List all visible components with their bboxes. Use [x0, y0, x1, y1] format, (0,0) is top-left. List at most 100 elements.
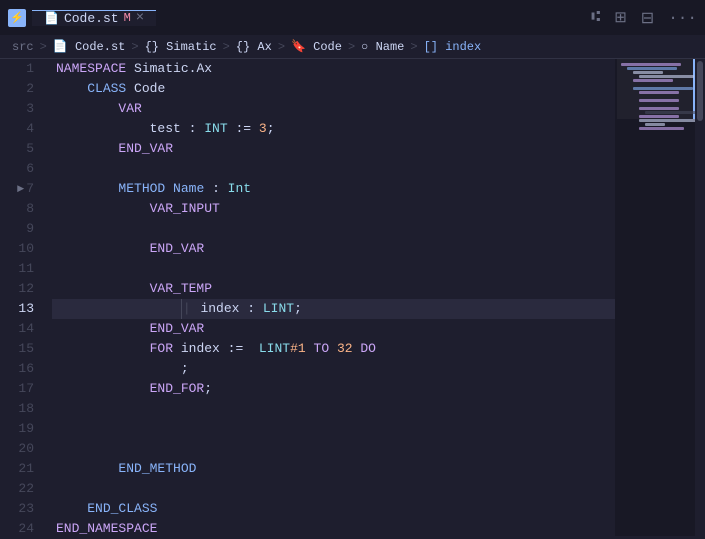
ln-6: 6: [0, 159, 44, 179]
more-icon[interactable]: ···: [668, 9, 697, 27]
ln-11: 11: [0, 259, 44, 279]
bc-sep-5: >: [348, 40, 355, 54]
minimap-content: [615, 59, 695, 135]
title-actions: ⑆ ⊞ ⊟ ···: [591, 8, 697, 28]
bc-code[interactable]: 🔖 Code: [291, 39, 342, 54]
kw-endclass: END_CLASS: [87, 499, 157, 519]
method-name: Name: [173, 179, 204, 199]
ln-14: 14: [0, 319, 44, 339]
code-line-2: CLASS Code: [52, 79, 615, 99]
code-line-14: END_VAR: [52, 319, 615, 339]
bc-sep-1: >: [40, 40, 47, 54]
ln-18: 18: [0, 399, 44, 419]
code-line-1: NAMESPACE Simatic.Ax: [52, 59, 615, 79]
ln-16: 16: [0, 359, 44, 379]
code-line-21: END_METHOD: [52, 459, 615, 479]
code-line-5: END_VAR: [52, 139, 615, 159]
ln-2: 2: [0, 79, 44, 99]
ln-22: 22: [0, 479, 44, 499]
num-32: 32: [337, 339, 353, 359]
code-line-10: END_VAR: [52, 239, 615, 259]
type-lint2: LINT: [259, 339, 290, 359]
num-3: 3: [259, 119, 267, 139]
scrollbar-thumb[interactable]: [697, 61, 703, 121]
code-line-4: test : INT := 3;: [52, 119, 615, 139]
bc-ax[interactable]: {} Ax: [236, 40, 272, 54]
code-line-7: METHOD Name : Int: [52, 179, 615, 199]
kw-varinput: VAR_INPUT: [150, 199, 220, 219]
code-line-19: [52, 419, 615, 439]
ln-24: 24: [0, 519, 44, 539]
code-line-3: VAR: [52, 99, 615, 119]
layout-icon[interactable]: ⊟: [641, 8, 654, 28]
code-line-13: | index : LINT;: [52, 299, 615, 319]
code-line-15: FOR index := LINT#1 TO 32 DO: [52, 339, 615, 359]
bc-src[interactable]: src: [12, 40, 34, 54]
tab-bar: 📄 Code.st M ×: [32, 10, 156, 26]
bc-sep-2: >: [131, 40, 138, 54]
code-line-9: [52, 219, 615, 239]
tab-close-button[interactable]: ×: [136, 11, 144, 25]
code-line-16: ;: [52, 359, 615, 379]
code-line-24: END_NAMESPACE: [52, 519, 615, 536]
ln-12: 12: [0, 279, 44, 299]
bc-sep-6: >: [410, 40, 417, 54]
source-control-icon[interactable]: ⑆: [591, 9, 600, 26]
code-line-12: VAR_TEMP: [52, 279, 615, 299]
var-test: test: [150, 119, 181, 139]
tab-filename: Code.st: [64, 11, 119, 26]
num-hashone: #1: [290, 339, 306, 359]
title-left: ⚡ 📄 Code.st M ×: [8, 9, 156, 27]
code-editor[interactable]: NAMESPACE Simatic.Ax CLASS Code VAR test…: [52, 59, 615, 536]
indent-pipe: |: [181, 299, 191, 319]
kw-method: METHOD: [118, 179, 165, 199]
vertical-scrollbar[interactable]: [695, 59, 705, 536]
kw-endmethod: END_METHOD: [118, 459, 196, 479]
kw-endvar-3: END_VAR: [150, 319, 205, 339]
bc-name[interactable]: ○ Name: [361, 40, 404, 54]
for-index: index: [181, 339, 220, 359]
kw-endfor: END_FOR: [150, 379, 205, 399]
semicolon: ;: [181, 359, 189, 379]
ln-3: 3: [0, 99, 44, 119]
kw-endnamespace: END_NAMESPACE: [56, 519, 157, 536]
ln-17: 17: [0, 379, 44, 399]
kw-endvar-1: END_VAR: [118, 139, 173, 159]
ln-15: 15: [0, 339, 44, 359]
ln-1: 1: [0, 59, 44, 79]
extensions-icon[interactable]: ⊞: [614, 8, 627, 27]
kw-vartemp: VAR_TEMP: [150, 279, 212, 299]
type-lint: LINT: [263, 299, 294, 319]
bc-file[interactable]: 📄 Code.st: [53, 39, 126, 54]
kw-class: CLASS: [87, 79, 126, 99]
bc-sep-3: >: [223, 40, 230, 54]
minimap: [615, 59, 695, 536]
ln-7: ▶7: [0, 179, 44, 199]
ln-13: 13: [0, 299, 44, 319]
code-line-8: VAR_INPUT: [52, 199, 615, 219]
bc-index[interactable]: [] index: [424, 40, 482, 54]
ln-23: 23: [0, 499, 44, 519]
ln-21: 21: [0, 459, 44, 479]
ns-name: Simatic.Ax: [134, 59, 212, 79]
code-line-20: [52, 439, 615, 459]
code-line-11: [52, 259, 615, 279]
kw-to: TO: [314, 339, 330, 359]
bc-simatic[interactable]: {} Simatic: [145, 40, 217, 54]
ln-8: 8: [0, 199, 44, 219]
ln-4: 4: [0, 119, 44, 139]
var-index: index: [200, 299, 239, 319]
code-line-23: END_CLASS: [52, 499, 615, 519]
ln-10: 10: [0, 239, 44, 259]
tab-modified: M: [124, 11, 131, 25]
active-tab[interactable]: 📄 Code.st M ×: [32, 10, 156, 26]
bc-sep-4: >: [278, 40, 285, 54]
code-line-6: [52, 159, 615, 179]
kw-namespace: NAMESPACE: [56, 59, 126, 79]
breadcrumb: src > 📄 Code.st > {} Simatic > {} Ax > 🔖…: [0, 35, 705, 59]
kw-var: VAR: [118, 99, 141, 119]
ln-9: 9: [0, 219, 44, 239]
ln-20: 20: [0, 439, 44, 459]
kw-for: FOR: [150, 339, 173, 359]
ln-19: 19: [0, 419, 44, 439]
